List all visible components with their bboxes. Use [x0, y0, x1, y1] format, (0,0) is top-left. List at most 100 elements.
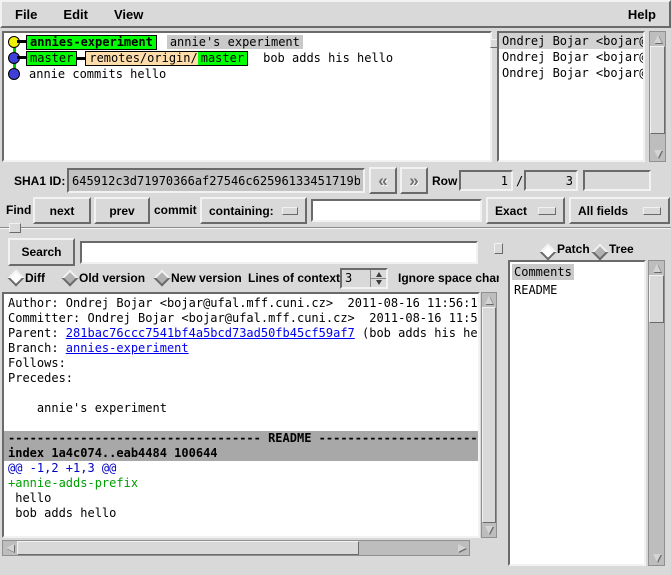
- history-back-button[interactable]: «: [369, 167, 397, 194]
- spin-down-icon[interactable]: [371, 278, 386, 287]
- ignore-space-label[interactable]: Ignore space chang: [398, 271, 499, 285]
- branch-label-current[interactable]: annies-experiment: [26, 35, 157, 50]
- scroll-up-icon[interactable]: [649, 261, 664, 275]
- commit-message[interactable]: annie commits hello: [26, 67, 169, 81]
- remote-ref-label[interactable]: remotes/origin/ master: [85, 51, 248, 66]
- file-list-item-comments[interactable]: Comments: [512, 264, 574, 280]
- spinner-value: 3: [342, 270, 370, 287]
- branch-label: Branch:: [8, 341, 66, 355]
- find-query-input[interactable]: [311, 199, 482, 222]
- row-current-field[interactable]: [459, 170, 513, 191]
- menu-help[interactable]: Help: [615, 2, 669, 27]
- author-row[interactable]: Ondrej Bojar <bojar@: [499, 65, 643, 81]
- dropdown-indicator-icon: [282, 207, 298, 215]
- commit-row[interactable]: annie commits hello: [26, 66, 169, 82]
- author-row[interactable]: Ondrej Bojar <bojar@: [499, 33, 643, 49]
- row-total-field[interactable]: [524, 170, 578, 191]
- scroll-up-icon[interactable]: [482, 293, 496, 307]
- horizontal-sash[interactable]: [0, 227, 671, 229]
- match-mode-dropdown[interactable]: Exact: [486, 197, 565, 224]
- diff-added-line: +annie-adds-prefix: [4, 476, 478, 491]
- diff-radio[interactable]: [8, 270, 25, 287]
- scroll-thumb[interactable]: [649, 275, 664, 323]
- diff-committer-line: Committer: Ondrej Bojar <bojar@ufal.mff.…: [4, 311, 478, 326]
- scroll-thumb[interactable]: [482, 307, 496, 523]
- author-row[interactable]: Ondrej Bojar <bojar@: [499, 49, 643, 65]
- file-list-item-readme[interactable]: README: [512, 282, 559, 298]
- scroll-down-icon[interactable]: [649, 551, 664, 565]
- graph-vertical-scrollbar[interactable]: [649, 31, 666, 162]
- scroll-right-icon[interactable]: [455, 541, 469, 555]
- diff-file-separator[interactable]: ----------------------------------- READ…: [4, 431, 478, 446]
- scroll-trough[interactable]: [650, 134, 665, 147]
- sha1-input[interactable]: [67, 168, 365, 193]
- graph-connector: [17, 56, 26, 59]
- forward-arrow-icon: »: [409, 172, 418, 189]
- sha1-label: SHA1 ID:: [14, 174, 65, 188]
- scroll-trough[interactable]: [649, 323, 664, 551]
- menu-file[interactable]: File: [2, 2, 50, 27]
- remote-ref-prefix: remotes/origin/: [86, 52, 197, 65]
- patch-radio[interactable]: [540, 244, 557, 261]
- commit-message[interactable]: bob adds his hello: [260, 51, 396, 65]
- scroll-down-icon[interactable]: [482, 523, 496, 537]
- diff-follows-line: Follows:: [4, 356, 478, 371]
- new-version-radio[interactable]: [154, 270, 171, 287]
- search-button[interactable]: Search: [8, 238, 75, 266]
- commit-dot[interactable]: [8, 68, 20, 80]
- history-forward-button[interactable]: »: [400, 167, 428, 194]
- diff-blank-line: [4, 386, 478, 401]
- commit-message-selected[interactable]: annie's experiment: [167, 35, 303, 49]
- diff-horizontal-scrollbar[interactable]: [2, 540, 470, 556]
- spin-up-icon[interactable]: [371, 270, 386, 278]
- parent-sha-link[interactable]: 281bac76ccc7541bf4a5bcd73ad50fb45cf59af7: [66, 326, 355, 340]
- old-version-label: Old version: [79, 271, 145, 285]
- commit-graph-panel[interactable]: annies-experiment annie's experiment mas…: [2, 31, 492, 162]
- fields-dropdown[interactable]: All fields: [569, 197, 670, 224]
- horizontal-sash-handle[interactable]: [9, 223, 21, 233]
- menubar: File Edit View Help: [0, 0, 671, 28]
- lines-of-context-label: Lines of context:: [248, 271, 344, 285]
- gitk-window: File Edit View Help annies-experiment an…: [0, 0, 671, 575]
- menu-view[interactable]: View: [101, 2, 156, 27]
- commit-row[interactable]: master remotes/origin/ master bob adds h…: [26, 50, 396, 66]
- diff-hunk-header: @@ -1,2 +1,3 @@: [4, 461, 478, 476]
- diff-parent-line: Parent: 281bac76ccc7541bf4a5bcd73ad50fb4…: [4, 326, 478, 341]
- containing-dropdown-label: containing:: [209, 204, 274, 218]
- find-label: Find: [6, 203, 31, 217]
- diff-vertical-scrollbar[interactable]: [481, 292, 497, 538]
- scroll-left-icon[interactable]: [3, 541, 17, 555]
- diff-branch-line: Branch: annies-experiment: [4, 341, 478, 356]
- search-input[interactable]: [80, 241, 478, 264]
- branch-label-master[interactable]: master: [26, 51, 77, 66]
- patch-radio-label: Patch: [557, 242, 590, 256]
- tree-radio[interactable]: [592, 244, 609, 261]
- new-version-label: New version: [171, 271, 242, 285]
- find-next-button[interactable]: next: [33, 197, 91, 224]
- author-list-panel[interactable]: Ondrej Bojar <bojar@ Ondrej Bojar <bojar…: [497, 31, 645, 162]
- diff-text-panel[interactable]: Author: Ondrej Bojar <bojar@ufal.mff.cun…: [2, 292, 480, 538]
- file-list-panel[interactable]: Comments README: [508, 260, 646, 566]
- vertical-sash-handle[interactable]: [494, 243, 503, 254]
- diff-context-line: bob adds hello: [4, 506, 478, 521]
- diff-blank-line: [4, 416, 478, 431]
- diff-index-line: index 1a4c074..eab4484 100644: [4, 446, 478, 461]
- scroll-thumb[interactable]: [17, 541, 359, 555]
- old-version-radio[interactable]: [62, 270, 79, 287]
- file-list-scrollbar[interactable]: [648, 260, 665, 566]
- diff-controls-zone: Diff Old version New version Lines of co…: [0, 265, 499, 291]
- dropdown-indicator-icon: [538, 207, 556, 215]
- scroll-down-icon[interactable]: [650, 147, 665, 161]
- containing-dropdown[interactable]: containing:: [200, 197, 307, 224]
- scroll-thumb[interactable]: [650, 46, 665, 134]
- scroll-up-icon[interactable]: [650, 32, 665, 46]
- lines-of-context-spinner[interactable]: 3: [340, 268, 388, 289]
- branch-link[interactable]: annies-experiment: [66, 341, 189, 355]
- scroll-trough[interactable]: [359, 541, 455, 555]
- find-prev-button[interactable]: prev: [94, 197, 150, 224]
- row-extra-field[interactable]: [583, 170, 651, 191]
- diff-subject-line: annie's experiment: [4, 401, 478, 416]
- menu-edit[interactable]: Edit: [50, 2, 101, 27]
- commit-row[interactable]: annies-experiment annie's experiment: [26, 34, 303, 50]
- dropdown-indicator-icon: [643, 207, 661, 215]
